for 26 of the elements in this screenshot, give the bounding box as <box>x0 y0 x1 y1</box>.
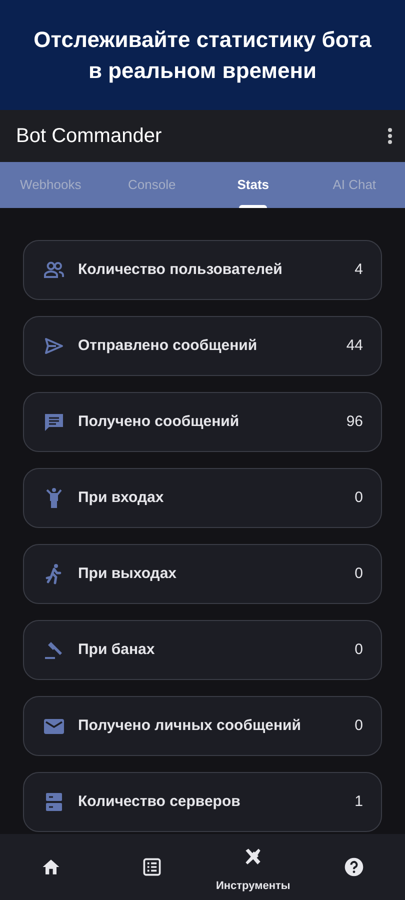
list-icon <box>140 856 163 878</box>
stat-label: Количество пользователей <box>78 260 284 280</box>
stat-value: 0 <box>354 716 363 736</box>
nav-item[interactable]: Инструменты <box>202 834 304 900</box>
stat-value: 1 <box>354 792 363 812</box>
more-options-icon[interactable] <box>387 127 393 145</box>
stat-value: 96 <box>346 412 363 432</box>
stat-value: 0 <box>354 564 363 584</box>
stat-value: 0 <box>354 488 363 508</box>
stat-value: 4 <box>354 260 363 280</box>
stat-label: Количество серверов <box>78 792 242 812</box>
banner-text: Отслеживайте статистику бота в реальном времени <box>32 26 372 85</box>
stat-label: Отправлено сообщений <box>78 336 258 356</box>
stat-label: Получено сообщений <box>78 412 240 432</box>
tab[interactable]: AI Chat <box>304 162 405 208</box>
tab[interactable]: Console <box>101 162 202 208</box>
stat-label: При входах <box>78 488 165 508</box>
app-title: Bot Commander <box>16 124 162 149</box>
stat-label: При банах <box>78 640 156 660</box>
help-icon <box>343 856 366 878</box>
stat-label: При выходах <box>78 564 178 584</box>
stat-label: Получено личных сообщений <box>78 716 302 736</box>
tab[interactable]: Webhooks <box>0 162 102 208</box>
stat-value: 44 <box>346 336 363 356</box>
stat-value: 0 <box>354 640 363 660</box>
tab[interactable]: Stats <box>202 162 304 208</box>
